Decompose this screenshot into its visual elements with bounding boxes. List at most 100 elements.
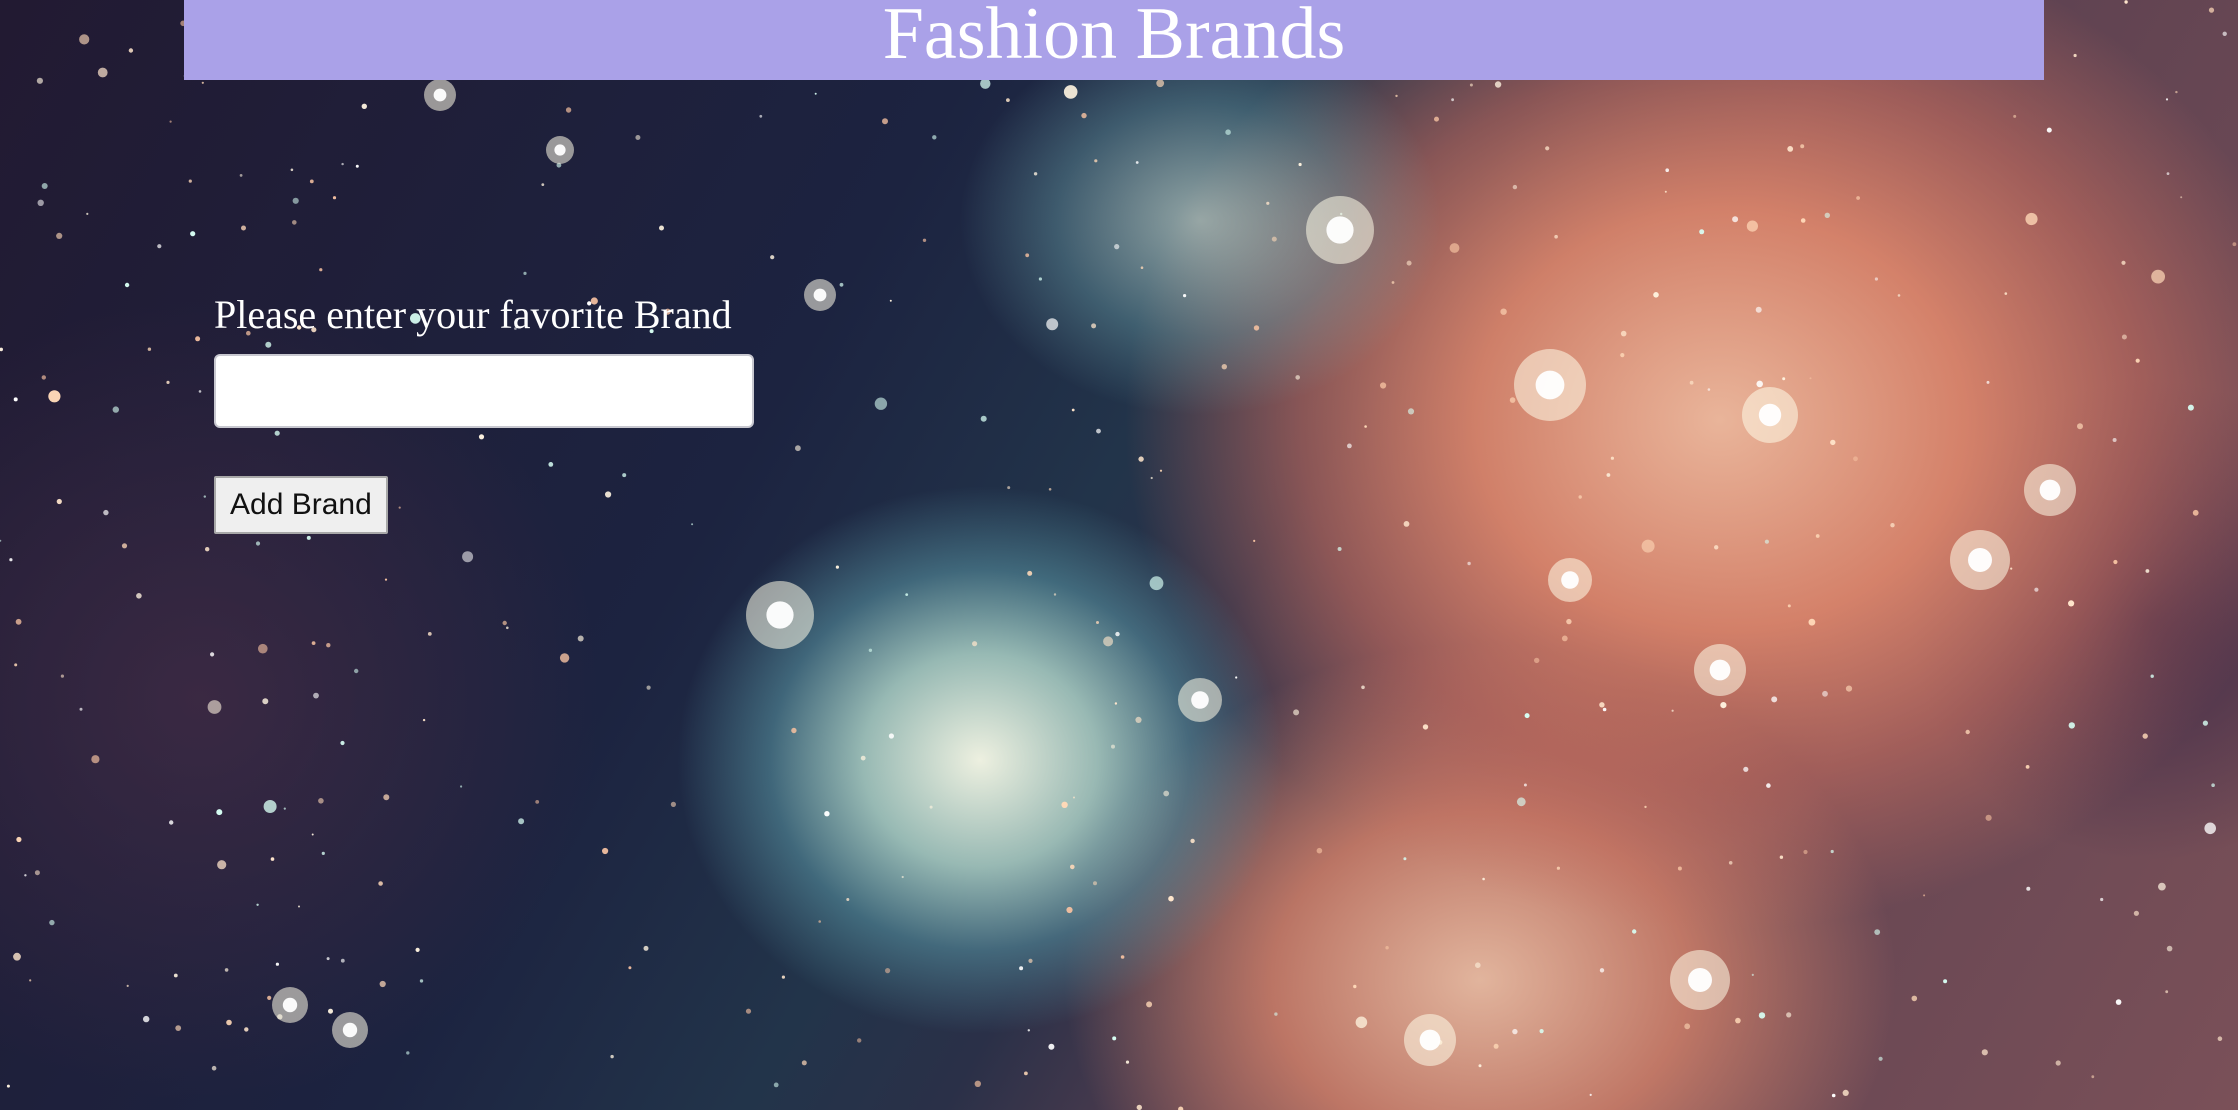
star-dot	[2175, 90, 2178, 94]
star-dot	[974, 1080, 981, 1088]
star-dot	[1699, 229, 1705, 235]
star-dot	[175, 1025, 182, 1031]
star-dot	[48, 390, 61, 403]
star-dot	[313, 692, 319, 699]
star-dot	[1732, 216, 1739, 223]
star-dot	[1853, 456, 1858, 462]
star-dot	[1140, 266, 1144, 270]
star-dot	[1779, 855, 1784, 859]
star-dot	[1911, 995, 1918, 1002]
bright-star-core	[2039, 479, 2061, 501]
star-dot	[1066, 906, 1073, 914]
star-dot	[205, 547, 210, 552]
star-dot	[602, 847, 609, 855]
star-dot	[1890, 523, 1895, 528]
star-dot	[1156, 79, 1165, 88]
star-dot	[1684, 1023, 1691, 1030]
star-dot	[2025, 765, 2030, 769]
bright-star-core	[342, 1022, 358, 1038]
star-dot	[1589, 1093, 1592, 1096]
star-dot	[1856, 196, 1860, 200]
star-dot	[34, 870, 40, 876]
star-dot	[791, 727, 797, 734]
star-dot	[2165, 98, 2169, 101]
star-dot	[1986, 380, 1990, 384]
star-dot	[1720, 702, 1727, 709]
star-dot	[1475, 962, 1481, 968]
star-dot	[868, 648, 873, 652]
star-dot	[2124, 0, 2128, 4]
star-dot	[2166, 172, 2170, 176]
star-dot	[1081, 112, 1087, 119]
brand-input[interactable]	[214, 354, 754, 428]
star-dot	[267, 995, 272, 1001]
star-dot	[422, 718, 426, 722]
star-dot	[1385, 946, 1389, 950]
star-dot	[1689, 380, 1694, 385]
star-dot	[795, 445, 801, 452]
star-dot	[1800, 144, 1805, 149]
star-dot	[311, 833, 314, 836]
star-dot	[79, 707, 83, 711]
star-dot	[565, 107, 572, 113]
star-dot	[1554, 234, 1558, 239]
star-dot	[1316, 847, 1323, 854]
star-dot	[112, 406, 120, 413]
star-dot	[1467, 561, 1471, 566]
star-dot	[1641, 539, 1655, 553]
star-dot	[882, 118, 888, 125]
star-dot	[888, 733, 895, 739]
page-title: Fashion Brands	[882, 0, 1346, 75]
star-dot	[2158, 882, 2166, 891]
star-dot	[173, 973, 178, 978]
star-dot	[1923, 894, 1926, 897]
star-dot	[1149, 576, 1164, 591]
star-dot	[157, 244, 162, 249]
star-dot	[217, 860, 227, 870]
star-dot	[628, 966, 632, 970]
star-dot	[2077, 423, 2083, 430]
star-dot	[136, 593, 142, 599]
star-dot	[341, 162, 344, 166]
star-dot	[378, 881, 383, 886]
star-dot	[1482, 877, 1485, 881]
star-dot	[1677, 866, 1682, 871]
star-dot	[128, 48, 134, 53]
star-dot	[166, 380, 170, 384]
star-dot	[309, 179, 314, 184]
star-dot	[2046, 127, 2052, 133]
star-dot	[1115, 631, 1120, 637]
star-dot	[1874, 929, 1881, 935]
star-dot	[226, 1019, 232, 1026]
star-dot	[2204, 822, 2216, 835]
star-dot	[1434, 116, 1439, 122]
star-dot	[1787, 146, 1794, 152]
star-dot	[1093, 881, 1097, 886]
star-dot	[1539, 1029, 1544, 1034]
star-dot	[270, 857, 275, 861]
star-dot	[1038, 277, 1042, 281]
star-dot	[2068, 600, 2075, 607]
star-dot	[1295, 375, 1300, 380]
bright-star-core	[282, 997, 298, 1013]
star-dot	[670, 801, 677, 808]
star-dot	[1478, 1064, 1482, 1068]
star-dot	[1407, 408, 1415, 415]
star-dot	[340, 740, 345, 746]
star-dot	[207, 700, 222, 714]
star-dot	[169, 120, 172, 123]
bright-star-core	[813, 288, 827, 302]
star-dot	[311, 641, 316, 645]
star-dot	[0, 539, 2, 542]
bright-star-core	[766, 601, 794, 629]
star-dot	[210, 652, 215, 657]
star-dot	[1337, 547, 1342, 551]
star-dot	[0, 347, 3, 352]
star-dot	[1653, 292, 1659, 298]
star-dot	[1135, 716, 1142, 724]
add-brand-button[interactable]: Add Brand	[214, 476, 388, 534]
star-dot	[354, 668, 359, 674]
star-dot	[1782, 377, 1786, 381]
star-dot	[922, 238, 927, 242]
star-dot	[980, 415, 987, 422]
